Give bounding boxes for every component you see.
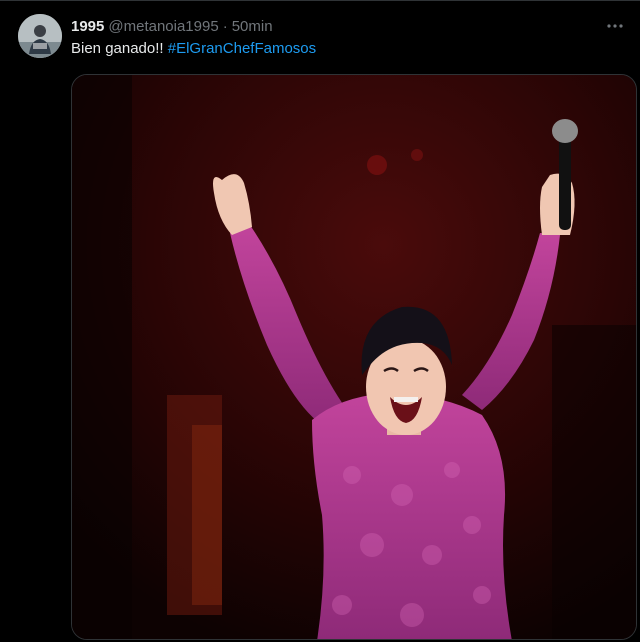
- more-dots-icon[interactable]: [604, 15, 626, 37]
- display-name[interactable]: 1995: [71, 18, 104, 35]
- performer-photo: [72, 75, 636, 639]
- tweet-timestamp[interactable]: 50min: [232, 18, 273, 35]
- hashtag-link[interactable]: #ElGranChefFamosos: [168, 40, 316, 57]
- separator-dot: ·: [222, 17, 228, 35]
- tweet-photo[interactable]: [71, 74, 637, 640]
- tweet-body: Bien ganado!!: [71, 40, 164, 57]
- tweet-text: Bien ganado!! #ElGranChefFamosos: [71, 39, 316, 59]
- user-avatar[interactable]: [18, 14, 62, 58]
- avatar-image: [18, 14, 62, 58]
- user-handle[interactable]: @metanoia1995: [108, 18, 218, 35]
- tweet-card[interactable]: 1995 @metanoia1995 · 50min Bien ganado!!…: [0, 0, 640, 642]
- tweet-header: 1995 @metanoia1995 · 50min: [71, 15, 273, 37]
